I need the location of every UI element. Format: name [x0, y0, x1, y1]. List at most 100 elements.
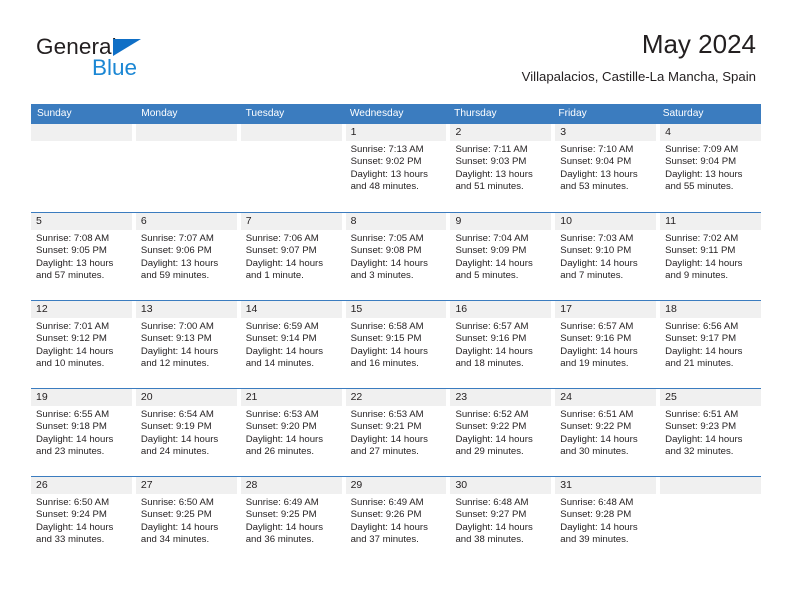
sunrise-text: Sunrise: 6:51 AM: [665, 409, 739, 420]
calendar-day-cell[interactable]: 10 Sunrise: 7:03 AM Sunset: 9:10 PM Dayligh…: [555, 213, 661, 300]
day-details: Sunrise: 7:09 AM Sunset: 9:04 PM Daylight:…: [660, 141, 761, 194]
daylight-text-line2: and 39 minutes.: [560, 534, 629, 546]
day-number: 18: [660, 301, 762, 318]
daylight-text-line1: Daylight: 13 hours: [665, 168, 743, 180]
calendar-page: General Blue May 2024 Villapalacios, Cas…: [0, 0, 792, 612]
daylight-text-line1: Daylight: 14 hours: [245, 433, 324, 445]
day-number: 27: [135, 477, 237, 494]
day-details: Sunrise: 6:51 AM Sunset: 9:22 PM Daylight:…: [555, 406, 656, 459]
sunset-text: Sunset: 9:07 PM: [245, 245, 317, 257]
day-number: 5: [31, 213, 132, 230]
calendar-day-cell[interactable]: 19 Sunrise: 6:55 AM Sunset: 9:18 PM Dayligh…: [31, 389, 136, 476]
daylight-text-line1: Daylight: 14 hours: [560, 345, 638, 357]
sunset-text: Sunset: 9:03 PM: [455, 156, 527, 168]
day-number: 22: [345, 389, 447, 406]
calendar-day-cell[interactable]: 3 Sunrise: 7:10 AM Sunset: 9:04 PM Daylight…: [555, 124, 661, 212]
day-number: 16: [450, 301, 552, 318]
sunset-text: Sunset: 9:18 PM: [36, 421, 107, 433]
sunset-text: Sunset: 9:19 PM: [140, 421, 212, 433]
daylight-text-line2: and 38 minutes.: [455, 534, 524, 546]
day-number: [135, 124, 237, 141]
daylight-text-line1: Daylight: 13 hours: [140, 257, 219, 269]
calendar-day-cell-empty: [135, 124, 241, 212]
calendar-day-cell[interactable]: 22 Sunrise: 6:53 AM Sunset: 9:21 PM Dayligh…: [345, 389, 451, 476]
sunset-text: Sunset: 9:08 PM: [350, 245, 422, 257]
day-details: Sunrise: 6:59 AM Sunset: 9:14 PM Daylight:…: [241, 318, 342, 371]
calendar-day-cell[interactable]: 21 Sunrise: 6:53 AM Sunset: 9:20 PM Dayligh…: [240, 389, 346, 476]
sunrise-text: Sunrise: 7:04 AM: [455, 233, 529, 244]
sunset-text: Sunset: 9:23 PM: [665, 421, 737, 433]
day-details: Sunrise: 7:01 AM Sunset: 9:12 PM Daylight:…: [31, 318, 132, 371]
daylight-text-line1: Daylight: 14 hours: [36, 521, 114, 533]
daylight-text-line2: and 23 minutes.: [36, 446, 105, 458]
calendar-day-cell[interactable]: 30 Sunrise: 6:48 AM Sunset: 9:27 PM Dayligh…: [450, 477, 556, 564]
daylight-text-line1: Daylight: 14 hours: [665, 345, 743, 357]
calendar-day-cell[interactable]: 1 Sunrise: 7:13 AM Sunset: 9:02 PM Daylight…: [345, 124, 451, 212]
sunrise-text: Sunrise: 6:55 AM: [36, 409, 110, 420]
daylight-text-line1: Daylight: 14 hours: [36, 345, 114, 357]
daylight-text-line1: Daylight: 14 hours: [665, 257, 743, 269]
day-details: Sunrise: 7:06 AM Sunset: 9:07 PM Daylight:…: [241, 230, 342, 283]
daylight-text-line2: and 26 minutes.: [245, 446, 314, 458]
calendar-day-cell[interactable]: 12 Sunrise: 7:01 AM Sunset: 9:12 PM Dayligh…: [31, 301, 136, 388]
day-number: 2: [450, 124, 552, 141]
calendar-day-cell[interactable]: 24 Sunrise: 6:51 AM Sunset: 9:22 PM Dayligh…: [555, 389, 661, 476]
sunrise-text: Sunrise: 6:52 AM: [455, 409, 529, 420]
daylight-text-line2: and 32 minutes.: [665, 446, 734, 458]
calendar-day-cell[interactable]: 11 Sunrise: 7:02 AM Sunset: 9:11 PM Dayligh…: [660, 213, 762, 300]
daylight-text-line2: and 48 minutes.: [350, 181, 419, 193]
day-details: Sunrise: 6:48 AM Sunset: 9:27 PM Daylight:…: [450, 494, 551, 547]
calendar-day-cell[interactable]: 2 Sunrise: 7:11 AM Sunset: 9:03 PM Daylight…: [450, 124, 556, 212]
daylight-text-line2: and 9 minutes.: [665, 270, 729, 282]
weekday-header-tuesday: Tuesday: [245, 108, 285, 119]
day-number: 21: [240, 389, 342, 406]
calendar-day-cell-empty: [31, 124, 136, 212]
calendar-day-cell[interactable]: 18 Sunrise: 6:56 AM Sunset: 9:17 PM Dayligh…: [660, 301, 762, 388]
sunset-text: Sunset: 9:15 PM: [350, 333, 422, 345]
day-number: 29: [345, 477, 447, 494]
title-block: May 2024 Villapalacios, Castille-La Manc…: [522, 29, 756, 84]
sunset-text: Sunset: 9:25 PM: [140, 509, 212, 521]
daylight-text-line2: and 14 minutes.: [245, 358, 314, 370]
sunset-text: Sunset: 9:10 PM: [560, 245, 632, 257]
calendar-day-cell[interactable]: 4 Sunrise: 7:09 AM Sunset: 9:04 PM Daylight…: [660, 124, 762, 212]
calendar-day-cell[interactable]: 27 Sunrise: 6:50 AM Sunset: 9:25 PM Dayligh…: [135, 477, 241, 564]
calendar-day-cell[interactable]: 23 Sunrise: 6:52 AM Sunset: 9:22 PM Dayligh…: [450, 389, 556, 476]
day-number: 3: [555, 124, 657, 141]
calendar-day-cell[interactable]: 25 Sunrise: 6:51 AM Sunset: 9:23 PM Dayligh…: [660, 389, 762, 476]
day-details: Sunrise: 7:07 AM Sunset: 9:06 PM Daylight:…: [136, 230, 237, 283]
calendar-day-cell[interactable]: 6 Sunrise: 7:07 AM Sunset: 9:06 PM Daylight…: [135, 213, 241, 300]
day-details: Sunrise: 6:48 AM Sunset: 9:28 PM Daylight:…: [555, 494, 656, 547]
calendar-day-cell[interactable]: 14 Sunrise: 6:59 AM Sunset: 9:14 PM Dayligh…: [240, 301, 346, 388]
calendar-day-cell[interactable]: 20 Sunrise: 6:54 AM Sunset: 9:19 PM Dayligh…: [135, 389, 241, 476]
day-details: Sunrise: 7:00 AM Sunset: 9:13 PM Daylight:…: [136, 318, 237, 371]
daylight-text-line2: and 5 minutes.: [455, 270, 519, 282]
calendar-day-cell[interactable]: 17 Sunrise: 6:57 AM Sunset: 9:16 PM Dayligh…: [555, 301, 661, 388]
day-number: 15: [345, 301, 447, 318]
calendar-day-cell[interactable]: 13 Sunrise: 7:00 AM Sunset: 9:13 PM Dayligh…: [135, 301, 241, 388]
calendar-day-cell[interactable]: 31 Sunrise: 6:48 AM Sunset: 9:28 PM Dayligh…: [555, 477, 661, 564]
calendar-day-cell[interactable]: 29 Sunrise: 6:49 AM Sunset: 9:26 PM Dayligh…: [345, 477, 451, 564]
sunrise-text: Sunrise: 7:08 AM: [36, 233, 110, 244]
general-blue-logo[interactable]: General Blue: [36, 35, 186, 88]
day-details: Sunrise: 6:50 AM Sunset: 9:24 PM Daylight:…: [31, 494, 132, 547]
sunrise-text: Sunrise: 6:58 AM: [350, 321, 424, 332]
calendar-week-row: 12 Sunrise: 7:01 AM Sunset: 9:12 PM Dayligh…: [31, 300, 762, 388]
sunrise-text: Sunrise: 6:57 AM: [560, 321, 634, 332]
calendar-day-cell[interactable]: 5 Sunrise: 7:08 AM Sunset: 9:05 PM Daylight…: [31, 213, 136, 300]
calendar-day-cell[interactable]: 8 Sunrise: 7:05 AM Sunset: 9:08 PM Daylight…: [345, 213, 451, 300]
daylight-text-line1: Daylight: 14 hours: [36, 433, 114, 445]
calendar-day-cell[interactable]: 16 Sunrise: 6:57 AM Sunset: 9:16 PM Dayligh…: [450, 301, 556, 388]
day-number: 17: [555, 301, 657, 318]
sunset-text: Sunset: 9:17 PM: [665, 333, 737, 345]
day-number: 28: [240, 477, 342, 494]
calendar-day-cell[interactable]: 26 Sunrise: 6:50 AM Sunset: 9:24 PM Dayligh…: [31, 477, 136, 564]
calendar-day-cell[interactable]: 9 Sunrise: 7:04 AM Sunset: 9:09 PM Daylight…: [450, 213, 556, 300]
day-number: 11: [660, 213, 762, 230]
daylight-text-line2: and 19 minutes.: [560, 358, 629, 370]
calendar-day-cell[interactable]: 7 Sunrise: 7:06 AM Sunset: 9:07 PM Daylight…: [240, 213, 346, 300]
sunrise-text: Sunrise: 6:53 AM: [350, 409, 424, 420]
calendar-day-cell[interactable]: 28 Sunrise: 6:49 AM Sunset: 9:25 PM Dayligh…: [240, 477, 346, 564]
sunrise-text: Sunrise: 6:51 AM: [560, 409, 634, 420]
calendar-day-cell[interactable]: 15 Sunrise: 6:58 AM Sunset: 9:15 PM Dayligh…: [345, 301, 451, 388]
